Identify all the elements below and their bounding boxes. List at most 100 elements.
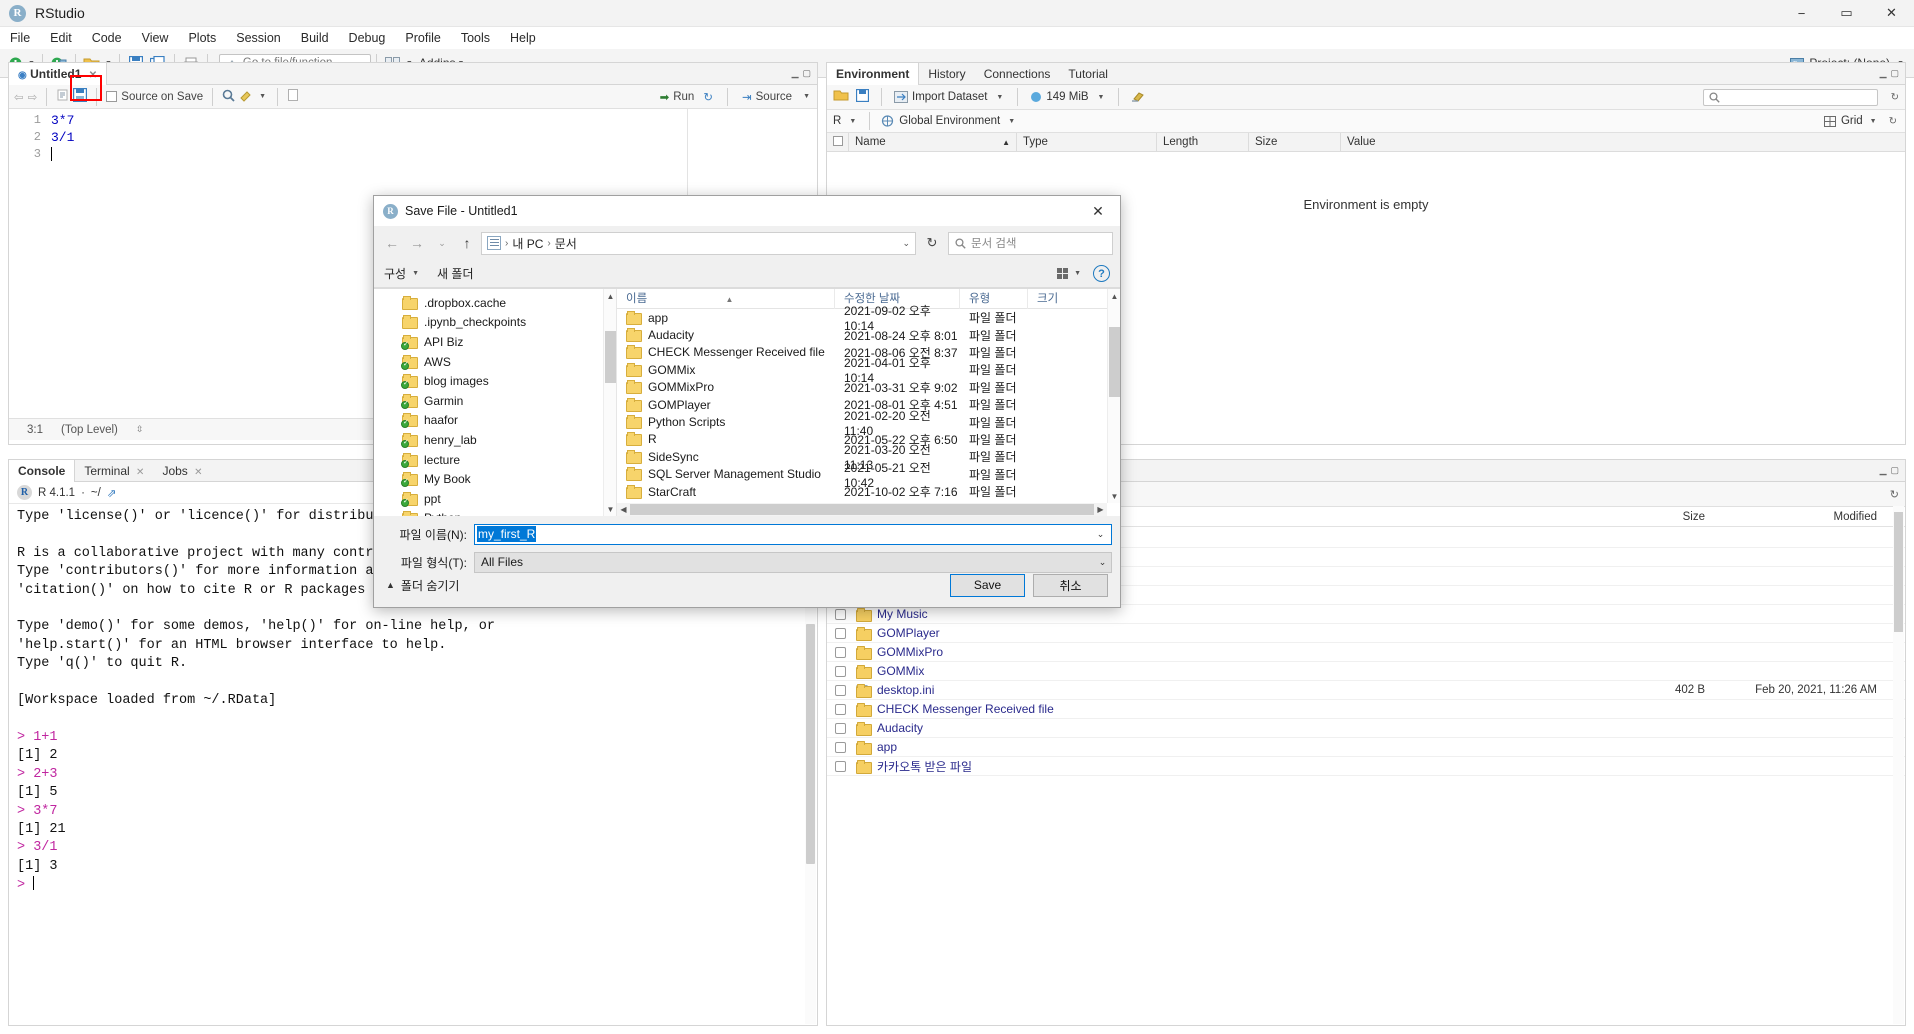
file-list-row[interactable]: Audacity 2021-08-24 오후 8:01 파일 폴더 bbox=[617, 326, 1120, 343]
file-checkbox[interactable] bbox=[835, 608, 846, 620]
scope-chevron-icon[interactable]: ⇳ bbox=[136, 424, 144, 435]
menu-session[interactable]: Session bbox=[226, 29, 290, 47]
file-checkbox[interactable] bbox=[835, 627, 846, 639]
environment-refresh-icon[interactable]: ↻ bbox=[1885, 92, 1899, 103]
run-button[interactable]: ➡ Run bbox=[660, 90, 695, 104]
compile-report-icon[interactable] bbox=[287, 89, 299, 104]
env-select-all-checkbox[interactable] bbox=[827, 132, 849, 152]
tree-scroll-down-icon[interactable]: ▼ bbox=[604, 502, 616, 516]
env-col-size[interactable]: Size bbox=[1249, 132, 1341, 152]
nav-back-icon[interactable]: ← bbox=[381, 231, 403, 255]
close-icon[interactable]: ✕ bbox=[1869, 0, 1914, 27]
save-button[interactable]: Save bbox=[950, 573, 1025, 597]
hscroll-right-icon[interactable]: ▶ bbox=[1094, 503, 1107, 516]
source-minimize-icon[interactable]: ▁ bbox=[792, 68, 799, 79]
menu-plots[interactable]: Plots bbox=[178, 29, 226, 47]
source-tab-untitled1[interactable]: ◉ Untitled1 ✕ bbox=[9, 62, 108, 85]
load-workspace-icon[interactable] bbox=[833, 89, 849, 105]
file-row[interactable]: desktop.ini 402 B Feb 20, 2021, 11:26 AM bbox=[827, 681, 1905, 700]
tree-scrollbar-thumb[interactable] bbox=[605, 331, 616, 383]
file-list-hscrollbar[interactable]: ◀ ▶ bbox=[617, 503, 1107, 516]
file-scroll-up-icon[interactable]: ▲ bbox=[1108, 289, 1120, 303]
global-environment-selector[interactable]: Global Environment bbox=[881, 115, 1000, 127]
menu-tools[interactable]: Tools bbox=[451, 29, 500, 47]
file-row[interactable]: GOMMixPro bbox=[827, 643, 1905, 662]
import-chevron-down-icon[interactable]: ▼ bbox=[996, 94, 1003, 101]
filename-chevron-down-icon[interactable]: ⌄ bbox=[1092, 525, 1109, 544]
file-checkbox[interactable] bbox=[835, 703, 846, 715]
dialog-search-input[interactable]: 문서 검색 bbox=[948, 231, 1113, 255]
tab-jobs[interactable]: Jobs ✕ bbox=[153, 460, 211, 482]
tab-history[interactable]: History bbox=[919, 63, 974, 85]
code-tools-chevron-down-icon[interactable]: ▼ bbox=[259, 93, 266, 100]
menu-build[interactable]: Build bbox=[291, 29, 339, 47]
col-modified[interactable]: 수정한 날짜 bbox=[835, 289, 960, 309]
files-col-size[interactable]: Size bbox=[1595, 511, 1705, 523]
tree-scroll-up-icon[interactable]: ▲ bbox=[604, 289, 616, 303]
file-checkbox[interactable] bbox=[835, 722, 846, 734]
env-col-type[interactable]: Type bbox=[1017, 132, 1157, 152]
show-document-outline-icon[interactable] bbox=[56, 89, 69, 104]
menu-help[interactable]: Help bbox=[500, 29, 546, 47]
global-env-chevron-down-icon[interactable]: ▼ bbox=[1008, 118, 1015, 125]
file-list-scrollbar[interactable]: ▲ ▼ bbox=[1107, 289, 1120, 503]
file-row[interactable]: 카카오톡 받은 파일 bbox=[827, 757, 1905, 776]
file-list-row[interactable]: Python Scripts 2021-02-20 오전 11:40 파일 폴더 bbox=[617, 409, 1120, 438]
tree-item[interactable]: haafor bbox=[374, 411, 616, 431]
memory-usage[interactable]: 149 MiB bbox=[1030, 91, 1089, 103]
file-row[interactable]: Audacity bbox=[827, 719, 1905, 738]
cancel-button[interactable]: 취소 bbox=[1033, 573, 1108, 597]
file-list-row[interactable]: GOMMixPro 2021-03-31 오후 9:02 파일 폴더 bbox=[617, 379, 1120, 396]
tree-item[interactable]: Garmin bbox=[374, 391, 616, 411]
environment-view-selector[interactable]: Grid ▼ bbox=[1823, 115, 1879, 127]
environment-search-input[interactable] bbox=[1702, 88, 1878, 106]
hide-folders-button[interactable]: ▲ 폴더 숨기기 bbox=[386, 577, 459, 594]
tree-item[interactable]: API Biz bbox=[374, 332, 616, 352]
files-col-modified[interactable]: Modified bbox=[1705, 511, 1905, 523]
menu-edit[interactable]: Edit bbox=[40, 29, 82, 47]
breadcrumb-segment-documents[interactable]: 문서 bbox=[555, 235, 577, 252]
tree-item[interactable]: Python bbox=[374, 509, 616, 516]
col-type[interactable]: 유형 bbox=[960, 289, 1028, 309]
scope-label[interactable]: (Top Level) bbox=[61, 424, 118, 436]
import-dataset-button[interactable]: Import Dataset bbox=[894, 91, 987, 103]
file-list-hscrollbar-thumb[interactable] bbox=[630, 504, 1094, 515]
file-checkbox[interactable] bbox=[835, 665, 846, 677]
file-list-row[interactable]: app 2021-09-02 오후 10:14 파일 폴더 bbox=[617, 304, 1120, 333]
environment-language-selector[interactable]: R bbox=[833, 115, 841, 127]
folder-tree[interactable]: .dropbox.cache .ipynb_checkpoints API Bi… bbox=[374, 289, 617, 516]
dialog-close-icon[interactable]: ✕ bbox=[1076, 196, 1120, 226]
tree-item[interactable]: blog images bbox=[374, 371, 616, 391]
tree-item[interactable]: lecture bbox=[374, 450, 616, 470]
env-col-length[interactable]: Length bbox=[1157, 132, 1249, 152]
file-list-row[interactable]: SQL Server Management Studio 2021-05-21 … bbox=[617, 461, 1120, 490]
back-arrow-icon[interactable]: ⇦ bbox=[14, 90, 24, 104]
file-checkbox[interactable] bbox=[835, 741, 846, 753]
file-browser-list[interactable]: 이름 ▲ 수정한 날짜 유형 크기 app 2021-09-02 오후 10:1… bbox=[617, 289, 1120, 516]
hscroll-left-icon[interactable]: ◀ bbox=[617, 503, 630, 516]
maximize-icon[interactable]: ▭ bbox=[1824, 0, 1869, 27]
environment-refresh-icon-2[interactable]: ↻ bbox=[1885, 116, 1899, 127]
file-list-row[interactable]: GOMMix 2021-04-01 오후 10:14 파일 폴더 bbox=[617, 356, 1120, 385]
jobs-close-icon[interactable]: ✕ bbox=[194, 467, 202, 478]
file-checkbox[interactable] bbox=[835, 646, 846, 658]
file-list-row[interactable]: StarCraft 2021-10-02 오후 7:16 파일 폴더 bbox=[617, 483, 1120, 500]
nav-recent-chevron-down-icon[interactable]: ⌄ bbox=[431, 231, 453, 255]
language-chevron-down-icon[interactable]: ▼ bbox=[849, 118, 856, 125]
files-minimize-icon[interactable]: ▁ bbox=[1880, 465, 1887, 476]
file-scroll-down-icon[interactable]: ▼ bbox=[1108, 489, 1120, 503]
tree-scrollbar[interactable]: ▲ ▼ bbox=[603, 289, 616, 516]
tree-item[interactable]: AWS bbox=[374, 352, 616, 372]
file-checkbox[interactable] bbox=[835, 684, 846, 696]
source-chevron-down-icon[interactable]: ▼ bbox=[803, 93, 810, 100]
help-icon[interactable]: ? bbox=[1093, 265, 1110, 282]
grid-chevron-down-icon[interactable]: ▼ bbox=[1870, 118, 1877, 125]
menu-profile[interactable]: Profile bbox=[395, 29, 450, 47]
memory-chevron-down-icon[interactable]: ▼ bbox=[1098, 94, 1105, 101]
col-name[interactable]: 이름 ▲ bbox=[617, 289, 835, 309]
tab-environment[interactable]: Environment bbox=[827, 62, 920, 85]
environment-minimize-icon[interactable]: ▁ bbox=[1880, 68, 1887, 79]
env-col-value[interactable]: Value bbox=[1341, 133, 1905, 152]
menu-file[interactable]: File bbox=[0, 29, 40, 47]
menu-code[interactable]: Code bbox=[82, 29, 132, 47]
